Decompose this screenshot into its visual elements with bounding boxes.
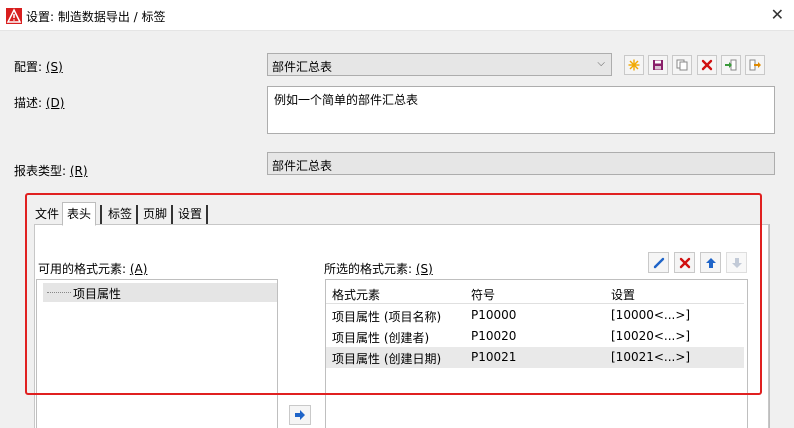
available-elements-label: 可用的格式元素: (A) bbox=[38, 262, 148, 276]
save-config-button[interactable] bbox=[648, 55, 668, 75]
column-header[interactable]: 格式元素 bbox=[332, 286, 380, 303]
selected-elements-table[interactable]: 格式元素 符号 设置 项目属性 (项目名称) P10000 [10000<...… bbox=[325, 279, 748, 428]
report-type-label: 报表类型: (R) bbox=[14, 164, 88, 178]
arrow-down-icon bbox=[731, 257, 742, 268]
tree-connector bbox=[47, 292, 71, 293]
move-up-button[interactable] bbox=[700, 252, 721, 273]
tab-footer[interactable]: 页脚 bbox=[139, 203, 171, 225]
export-config-button[interactable] bbox=[745, 55, 765, 75]
import-icon bbox=[725, 59, 737, 71]
save-icon bbox=[653, 60, 663, 70]
table-header: 格式元素 符号 设置 bbox=[326, 282, 744, 304]
config-label: 配置: (S) bbox=[14, 60, 63, 74]
tab-label[interactable]: 标签 bbox=[104, 203, 136, 225]
close-button[interactable]: ✕ bbox=[771, 5, 784, 24]
config-value: 部件汇总表 bbox=[272, 60, 333, 74]
delete-config-button[interactable] bbox=[697, 55, 717, 75]
import-config-button[interactable] bbox=[721, 55, 741, 75]
column-header[interactable]: 设置 bbox=[611, 286, 635, 303]
panel-divider bbox=[769, 224, 770, 428]
edit-element-button[interactable] bbox=[648, 252, 669, 273]
tab-separator bbox=[136, 205, 138, 224]
tab-header[interactable]: 表头 bbox=[62, 202, 97, 226]
add-element-button[interactable] bbox=[289, 405, 311, 425]
arrow-right-icon bbox=[295, 410, 305, 420]
tab-separator bbox=[100, 205, 102, 224]
copy-config-button[interactable] bbox=[672, 55, 692, 75]
title-bar: 设置: 制造数据导出 / 标签 ✕ bbox=[0, 0, 794, 31]
chevron-down-icon: ⌵ bbox=[597, 58, 605, 69]
available-elements-list[interactable]: 项目属性 bbox=[36, 279, 278, 428]
app-warning-icon bbox=[6, 8, 22, 24]
delete-icon bbox=[679, 257, 690, 268]
new-config-button[interactable] bbox=[624, 55, 644, 75]
copy-icon bbox=[676, 59, 688, 71]
description-field[interactable]: 例如一个简单的部件汇总表 bbox=[267, 86, 775, 134]
column-header[interactable]: 符号 bbox=[471, 286, 495, 303]
remove-element-button[interactable] bbox=[674, 252, 695, 273]
arrow-up-icon bbox=[705, 257, 716, 268]
table-row[interactable]: 项目属性 (创建者) P10020 [10020<...>] bbox=[326, 326, 744, 347]
tab-file[interactable]: 文件 bbox=[31, 203, 63, 225]
export-icon bbox=[749, 59, 761, 71]
tab-separator bbox=[171, 205, 173, 224]
tab-separator bbox=[206, 205, 208, 224]
list-item[interactable]: 项目属性 bbox=[43, 283, 277, 302]
report-type-field: 部件汇总表 bbox=[267, 152, 775, 175]
selected-elements-label: 所选的格式元素: (S) bbox=[324, 262, 433, 276]
description-label: 描述: (D) bbox=[14, 96, 65, 110]
table-row[interactable]: 项目属性 (项目名称) P10000 [10000<...>] bbox=[326, 305, 744, 326]
table-row[interactable]: 项目属性 (创建日期) P10021 [10021<...>] bbox=[326, 347, 744, 368]
delete-icon bbox=[701, 59, 713, 71]
tab-settings[interactable]: 设置 bbox=[174, 203, 206, 225]
move-down-button[interactable] bbox=[726, 252, 747, 273]
pencil-icon bbox=[653, 257, 664, 268]
new-icon bbox=[628, 59, 640, 71]
config-dropdown[interactable]: 部件汇总表 ⌵ bbox=[267, 53, 612, 76]
window-title: 设置: 制造数据导出 / 标签 bbox=[26, 10, 166, 24]
